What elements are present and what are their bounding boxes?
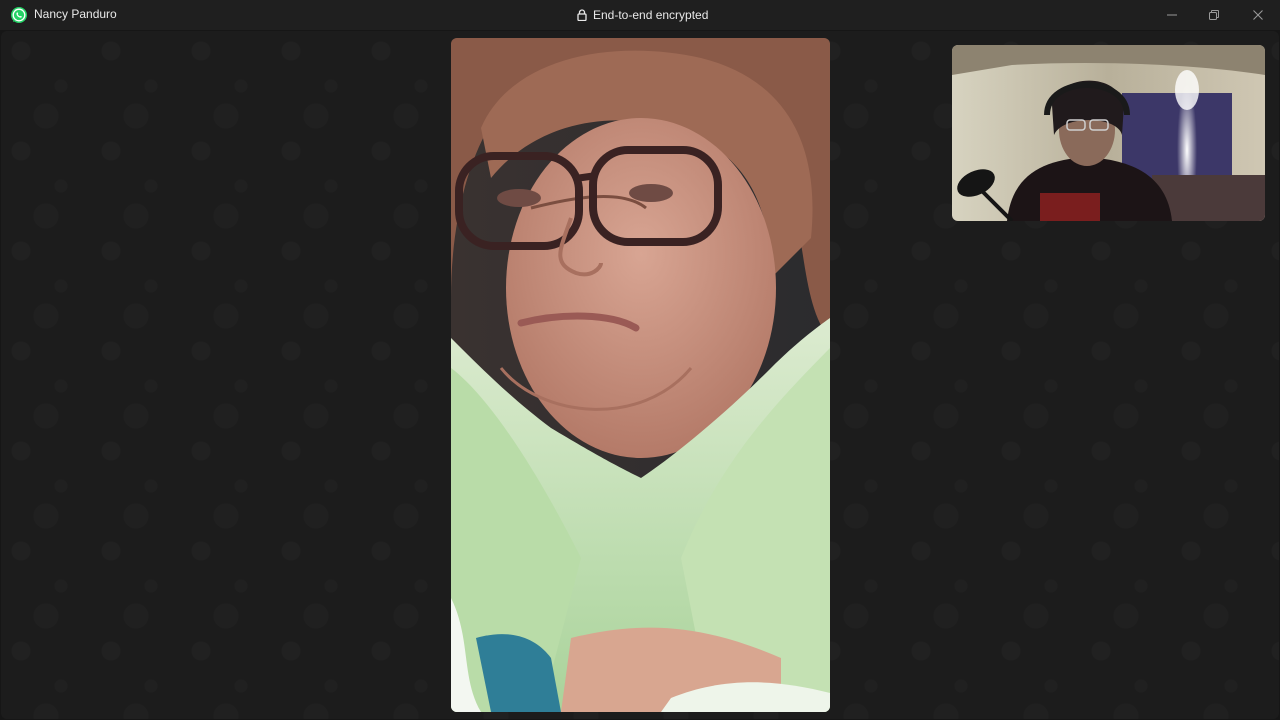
lock-icon	[577, 9, 587, 21]
encryption-label: End-to-end encrypted	[593, 8, 709, 22]
contact-name: Nancy Panduro	[34, 7, 117, 21]
restore-button[interactable]	[1193, 0, 1235, 30]
remote-participant-image	[451, 38, 830, 712]
self-preview-feed[interactable]	[952, 45, 1265, 221]
title-bar[interactable]: Nancy Panduro End-to-end encrypted	[0, 0, 1280, 30]
self-preview-image	[952, 45, 1265, 221]
remote-video-feed[interactable]	[451, 38, 830, 712]
close-button[interactable]	[1237, 0, 1279, 30]
encryption-status[interactable]: End-to-end encrypted	[577, 7, 708, 23]
call-window: Nancy Panduro End-to-end encrypted	[0, 0, 1280, 720]
whatsapp-logo-icon	[11, 7, 27, 23]
restore-icon	[1209, 10, 1219, 20]
minimize-button[interactable]	[1151, 0, 1193, 30]
minimize-icon	[1167, 14, 1177, 16]
close-icon	[1253, 10, 1263, 20]
